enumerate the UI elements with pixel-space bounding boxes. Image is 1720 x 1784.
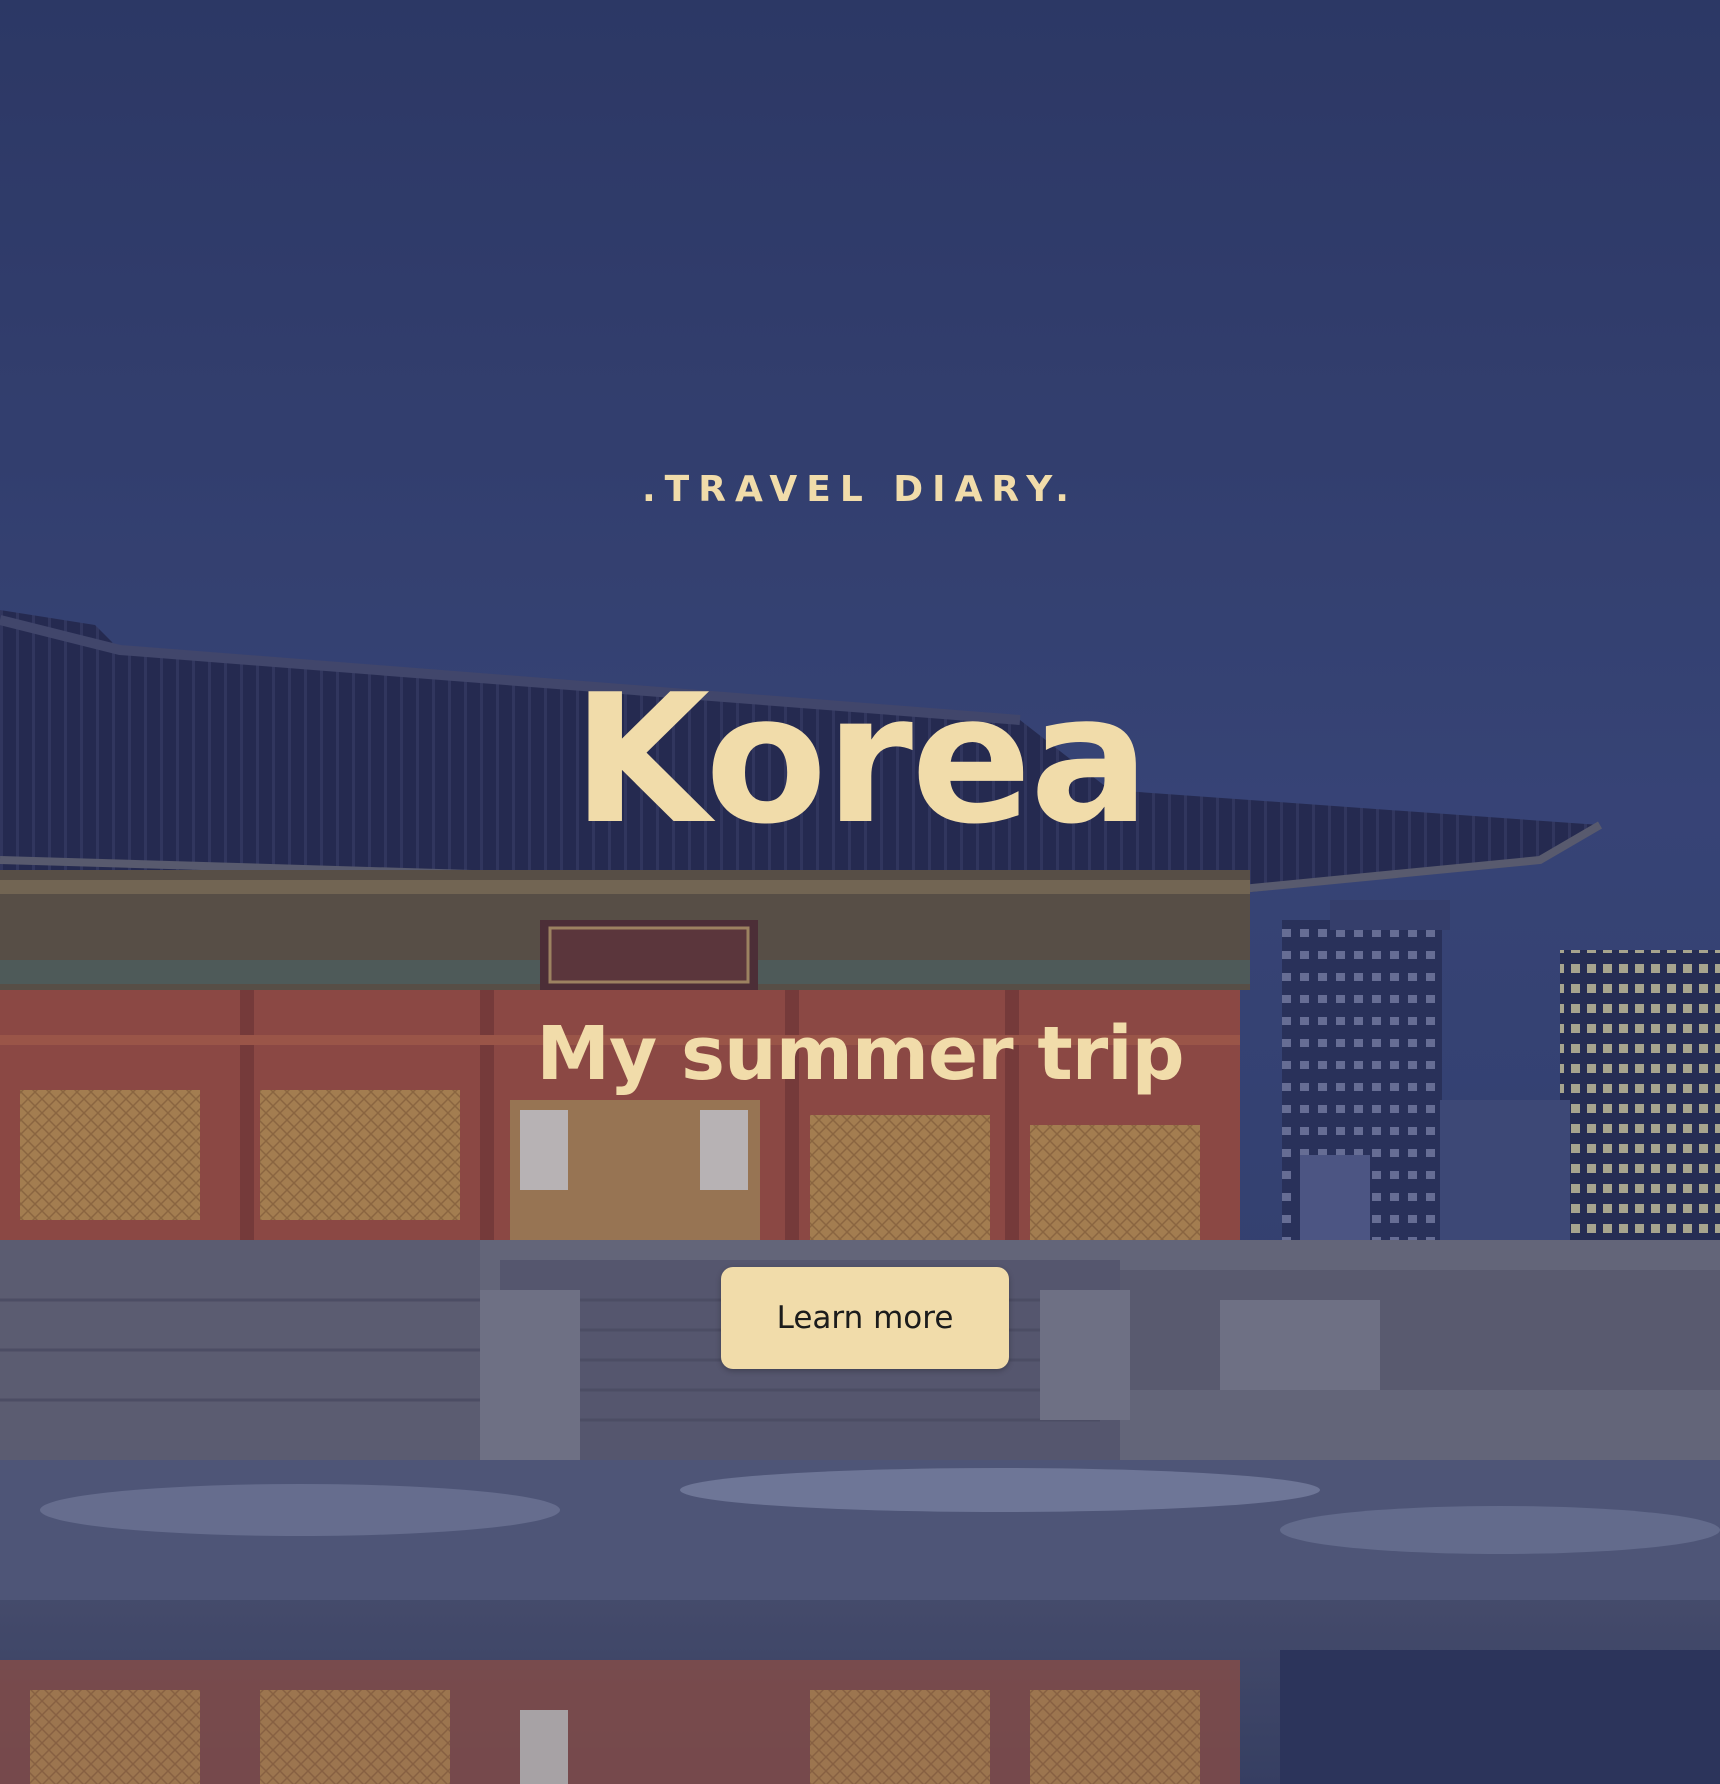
hero-section: .TRAVEL DIARY. Korea My summer trip Lear…	[0, 0, 1720, 1784]
page-subtitle: My summer trip	[536, 1011, 1184, 1097]
eyebrow-label: .TRAVEL DIARY.	[642, 469, 1078, 510]
background-image	[0, 0, 1720, 1784]
learn-more-button[interactable]: Learn more	[721, 1267, 1009, 1369]
page-title: Korea	[572, 656, 1150, 863]
